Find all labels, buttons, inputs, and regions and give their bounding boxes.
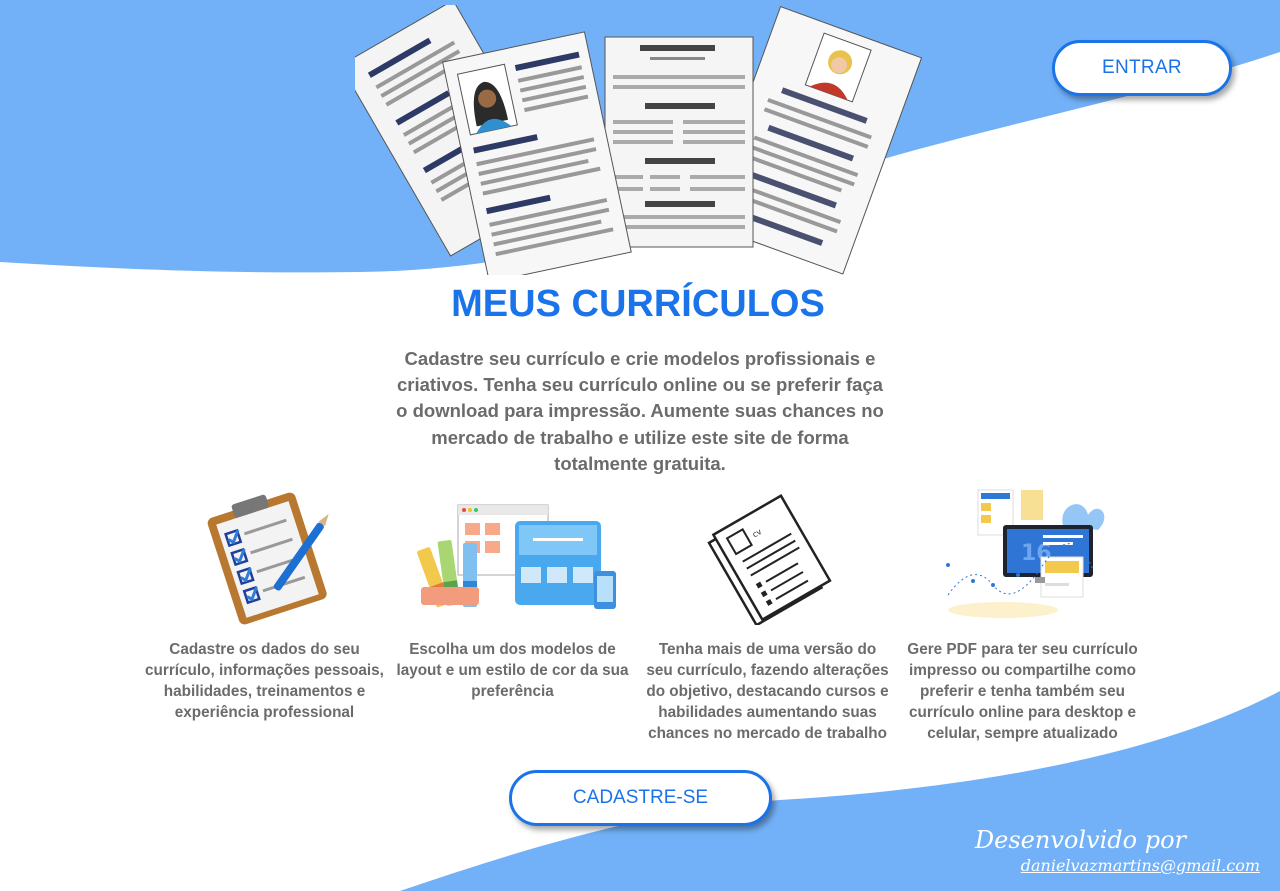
resume-stack-illustration bbox=[355, 5, 923, 275]
feature-choose-layout: Escolha um dos modelos de layout e um es… bbox=[390, 485, 635, 702]
page-title: MEUS CURRÍCULOS bbox=[451, 283, 825, 325]
multi-device-icon: 16 bbox=[945, 489, 1104, 618]
feature-multiple-versions: cv Tenha mais de uma versão do seu currí… bbox=[645, 485, 890, 744]
clipboard-checklist-icon bbox=[207, 492, 329, 625]
feature-generate-pdf: 16 Gere PDF para ter seu currículo impre… bbox=[900, 485, 1145, 744]
feature-register-data: Cadastre os dados do seu currículo, info… bbox=[142, 485, 387, 723]
feature-generate-pdf-text: Gere PDF para ter seu currículo impresso… bbox=[907, 641, 1138, 742]
feature-choose-layout-text: Escolha um dos modelos de layout e um es… bbox=[396, 641, 629, 700]
signup-button[interactable]: CADASTRE-SE bbox=[509, 770, 772, 826]
developer-credit: Desenvolvido por danielvazmartins@gmail.… bbox=[975, 826, 1260, 875]
intro-text: Cadastre seu currículo e crie modelos pr… bbox=[396, 348, 884, 474]
login-button[interactable]: ENTRAR bbox=[1052, 40, 1232, 96]
developer-email-link[interactable]: danielvazmartins@gmail.com bbox=[975, 856, 1260, 875]
feature-multiple-versions-text: Tenha mais de uma versão do seu currícul… bbox=[646, 641, 889, 742]
cv-documents-icon: cv bbox=[706, 494, 832, 625]
layout-palette-icon bbox=[416, 504, 616, 609]
developed-by-label: Desenvolvido por bbox=[974, 826, 1186, 854]
feature-register-data-text: Cadastre os dados do seu currículo, info… bbox=[145, 641, 384, 721]
